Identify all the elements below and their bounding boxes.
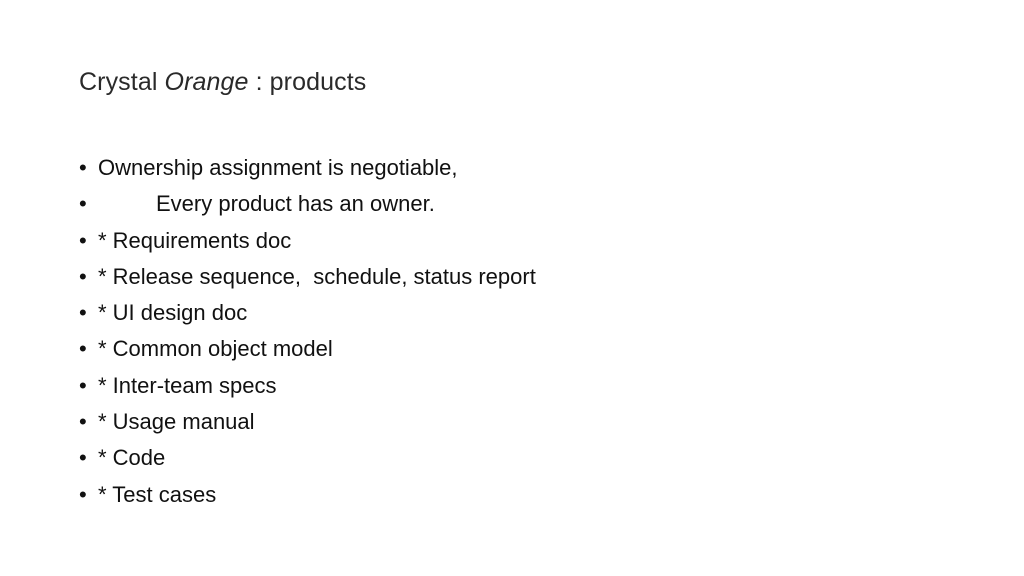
bullet-item: • * Usage manual — [79, 404, 536, 440]
title-prefix: Crystal — [79, 68, 165, 96]
bullet-text: * UI design doc — [98, 300, 248, 326]
bullet-text: * Code — [98, 445, 166, 471]
bullet-text: * Test cases — [98, 481, 217, 507]
bullet-item: • * Requirements doc — [79, 223, 536, 259]
bullet-item: • Every product has an owner. — [79, 186, 536, 222]
bullet-icon: • — [79, 263, 87, 289]
bullet-item: • Ownership assignment is negotiable, — [79, 150, 536, 186]
bullet-text: * Requirements doc — [98, 227, 292, 253]
bullet-icon: • — [79, 155, 87, 180]
bullet-item: • * Common object model — [79, 331, 536, 367]
bullet-item: • * Test cases — [79, 477, 536, 513]
slide-title: Crystal Orange : products — [79, 68, 366, 97]
bullet-text: Every product has an owner. — [156, 191, 435, 217]
bullet-text: * Release sequence, schedule, status rep… — [98, 263, 536, 289]
bullet-text: * Inter-team specs — [98, 372, 277, 398]
bullet-icon: • — [79, 481, 87, 507]
bullet-text: Ownership assignment is negotiable, — [98, 155, 458, 180]
bullet-list: • Ownership assignment is negotiable, • … — [79, 150, 536, 513]
title-italic: Orange — [164, 68, 249, 96]
bullet-item: • * Inter-team specs — [79, 368, 536, 404]
bullet-icon: • — [79, 227, 87, 253]
bullet-icon: • — [79, 300, 87, 326]
bullet-item: • * UI design doc — [79, 295, 536, 331]
bullet-item: • * Release sequence, schedule, status r… — [79, 259, 536, 295]
title-suffix: : products — [248, 68, 367, 96]
bullet-item: • * Code — [79, 440, 536, 476]
bullet-icon: • — [79, 372, 87, 398]
bullet-icon: • — [79, 191, 87, 217]
slide: Crystal Orange : products • Ownership as… — [0, 0, 1024, 576]
bullet-icon: • — [79, 409, 87, 435]
bullet-text: * Common object model — [98, 336, 333, 362]
bullet-icon: • — [79, 445, 87, 471]
bullet-text: * Usage manual — [98, 409, 255, 435]
bullet-icon: • — [79, 336, 87, 362]
